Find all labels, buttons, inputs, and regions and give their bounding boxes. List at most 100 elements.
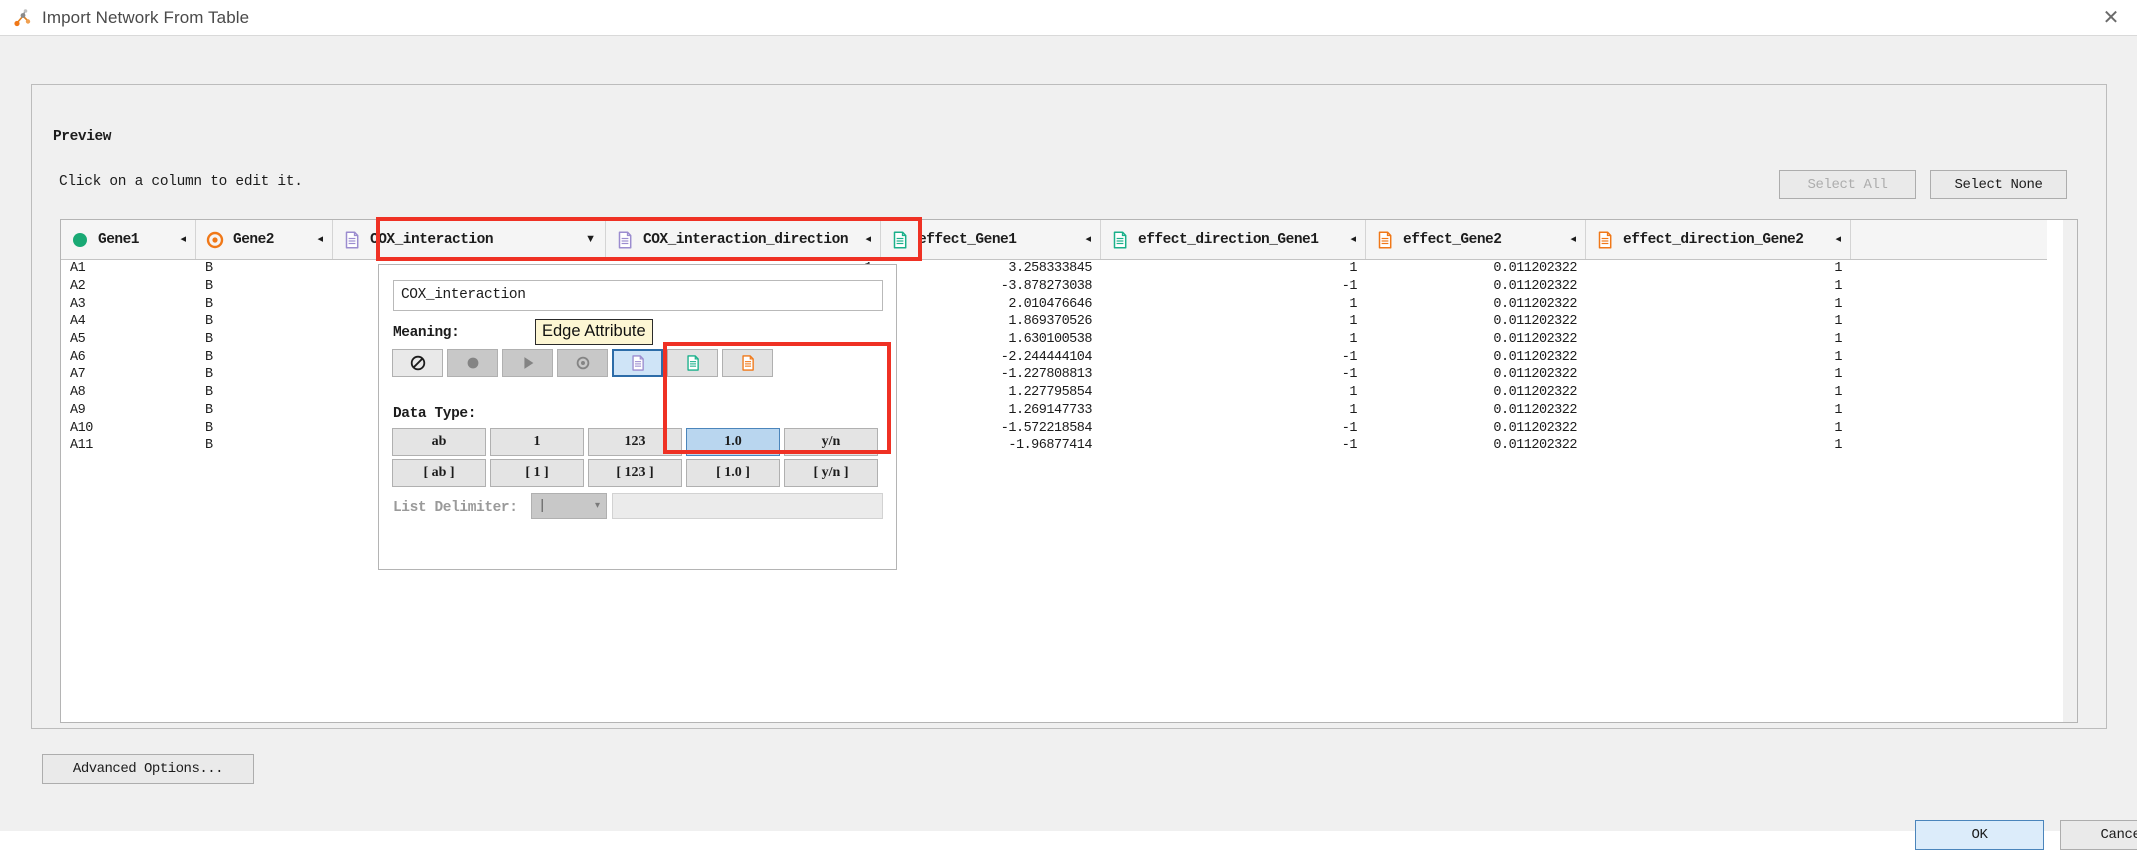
table-header-row: Gene1 ◂ Gene2 ◂ COX_interaction ▼ COX_interact… [61, 220, 2077, 260]
table-gutter-inner [2047, 220, 2063, 722]
source-node-attribute-button[interactable] [667, 349, 718, 377]
table-cell: -1.96877414 [1008, 438, 1092, 454]
column-header-gene1[interactable]: Gene1 ◂ [61, 220, 196, 259]
chevron-down-icon[interactable]: ▼ [573, 234, 596, 245]
table-cell: 1 [1834, 279, 1842, 295]
table-cell: 1.227795854 [1008, 385, 1092, 401]
chevron-left-icon[interactable]: ◂ [168, 234, 186, 245]
cytoscape-icon [13, 8, 33, 28]
table-cell: 3.258333845 [1008, 261, 1092, 277]
column-header-effect_direction_gene1[interactable]: effect_direction_Gene1 ◂ [1101, 220, 1366, 259]
data-type-button-1.0[interactable]: [ 1.0 ] [686, 459, 780, 487]
data-type-row-list: [ ab ][ 1 ][ 123 ][ 1.0 ][ y/n ] [392, 459, 878, 487]
table-row: A8B11.22779585410.0112023221 [61, 384, 2077, 402]
target-node-button[interactable] [557, 349, 608, 377]
not-imported-button[interactable] [392, 349, 443, 377]
data-type-button-1[interactable]: [ 1 ] [490, 459, 584, 487]
cancel-button[interactable]: Cancel [2060, 820, 2137, 850]
chevron-left-icon[interactable]: ◂ [1338, 234, 1356, 245]
column-header-effect_gene1[interactable]: effect_Gene1 ◂ [881, 220, 1101, 259]
chevron-left-icon[interactable]: ◂ [1073, 234, 1091, 245]
source-node-button[interactable] [447, 349, 498, 377]
table-cell: -1.227808813 [1000, 367, 1093, 383]
table-cell: 1 [1349, 402, 1357, 418]
list-delimiter-custom-input[interactable] [612, 493, 883, 519]
green-document-icon [686, 355, 699, 371]
table-cell: 1.869370526 [1008, 314, 1092, 330]
meaning-label: Meaning: [393, 325, 460, 341]
table-cell: A2 [70, 279, 86, 295]
column-header-label: effect_Gene1 [918, 231, 1017, 248]
table-cell: 0.011202322 [1493, 296, 1577, 312]
table-cell: 1.630100538 [1008, 332, 1092, 348]
data-type-button-123[interactable]: 123 [588, 428, 682, 456]
data-type-button-123[interactable]: [ 123 ] [588, 459, 682, 487]
table-cell: B [205, 385, 213, 401]
table-cell: A1 [70, 261, 86, 277]
column-name-input[interactable]: COX_interaction [393, 280, 883, 311]
table-cell: 1 [1834, 402, 1842, 418]
select-none-button[interactable]: Select None [1930, 170, 2067, 199]
chevron-left-icon[interactable]: ◂ [305, 234, 323, 245]
column-editor-panel: COX_interaction Meaning: Data Type: ab 1 1… [378, 264, 897, 570]
table-row: A7B-1-1.227808813-10.0112023221 [61, 366, 2077, 384]
data-type-button-1.0[interactable]: 1.0 [686, 428, 780, 456]
column-header-gene2[interactable]: Gene2 ◂ [196, 220, 333, 259]
interaction-type-button[interactable] [502, 349, 553, 377]
chevron-left-icon[interactable]: ◂ [853, 234, 871, 245]
table-cell: B [205, 279, 213, 295]
table-cell: -1.572218584 [1000, 420, 1093, 436]
table-cell: 1 [1349, 314, 1357, 330]
data-type-row-scalar: ab 1 123 1.0 y/n [392, 428, 878, 456]
table-cell: -1 [1341, 438, 1358, 454]
chevron-left-icon[interactable]: ◂ [1823, 234, 1841, 245]
table-row: A11B-1-1.96877414-10.0112023221 [61, 437, 2077, 455]
close-icon[interactable]: ✕ [2085, 0, 2137, 35]
table-cell: B [205, 296, 213, 312]
data-type-button-ab[interactable]: ab [392, 428, 486, 456]
edge-attribute-button[interactable] [612, 349, 663, 377]
column-header-label: COX_interaction_direction [643, 231, 849, 248]
data-type-button-yn[interactable]: [ y/n ] [784, 459, 878, 487]
data-type-button-1[interactable]: 1 [490, 428, 584, 456]
table-cell: -1 [1341, 279, 1358, 295]
window-title-bar: Import Network From Table ✕ [0, 0, 2137, 36]
advanced-options-button[interactable]: Advanced Options... [42, 754, 254, 784]
table-row: A1B13.25833384510.0112023221 [61, 260, 2077, 278]
table-cell: 0.011202322 [1493, 402, 1577, 418]
column-header-label: COX_interaction [370, 231, 494, 248]
column-header-cox_interaction[interactable]: COX_interaction ▼ [333, 220, 606, 259]
table-cell: 1 [1834, 420, 1842, 436]
list-delimiter-select[interactable]: | ▾ [531, 493, 607, 519]
ok-button[interactable]: OK [1915, 820, 2044, 850]
purple-document-icon [345, 230, 359, 249]
table-cell: 1 [1834, 261, 1842, 277]
preview-table: Gene1 ◂ Gene2 ◂ COX_interaction ▼ COX_interact… [60, 219, 2078, 723]
table-cell: 1 [1834, 349, 1842, 365]
table-cell: -3.878273038 [1000, 279, 1093, 295]
column-header-effect_gene2[interactable]: effect_Gene2 ◂ [1366, 220, 1586, 259]
orange-document-icon [1598, 230, 1612, 249]
list-delimiter-label: List Delimiter: [393, 500, 518, 516]
table-cell: 2.010476646 [1008, 296, 1092, 312]
table-cell: -2.244444104 [1000, 349, 1093, 365]
target-node-attribute-button[interactable] [722, 349, 773, 377]
table-cell: 0.011202322 [1493, 349, 1577, 365]
table-cell: 1 [1834, 332, 1842, 348]
data-type-button-yn[interactable]: y/n [784, 428, 878, 456]
play-triangle-icon [523, 357, 533, 369]
table-scroll-gutter[interactable] [2047, 220, 2077, 722]
column-header-cox_interaction_direction[interactable]: COX_interaction_direction ◂ [606, 220, 881, 259]
chevron-left-icon[interactable]: ◂ [1558, 234, 1576, 245]
column-header-effect_direction_gene2[interactable]: effect_direction_Gene2 ◂ [1586, 220, 1851, 259]
filled-circle-icon [467, 357, 478, 369]
table-row: A4B11.86937052610.0112023221 [61, 313, 2077, 331]
table-cell: A6 [70, 349, 86, 365]
table-cell: A5 [70, 332, 86, 348]
chevron-down-icon: ▾ [594, 501, 600, 512]
data-type-button-ab[interactable]: [ ab ] [392, 459, 486, 487]
select-all-button[interactable]: Select All [1779, 170, 1916, 199]
green-circle-node-icon [73, 232, 87, 247]
table-cell: B [205, 349, 213, 365]
table-cell: 1 [1834, 314, 1842, 330]
